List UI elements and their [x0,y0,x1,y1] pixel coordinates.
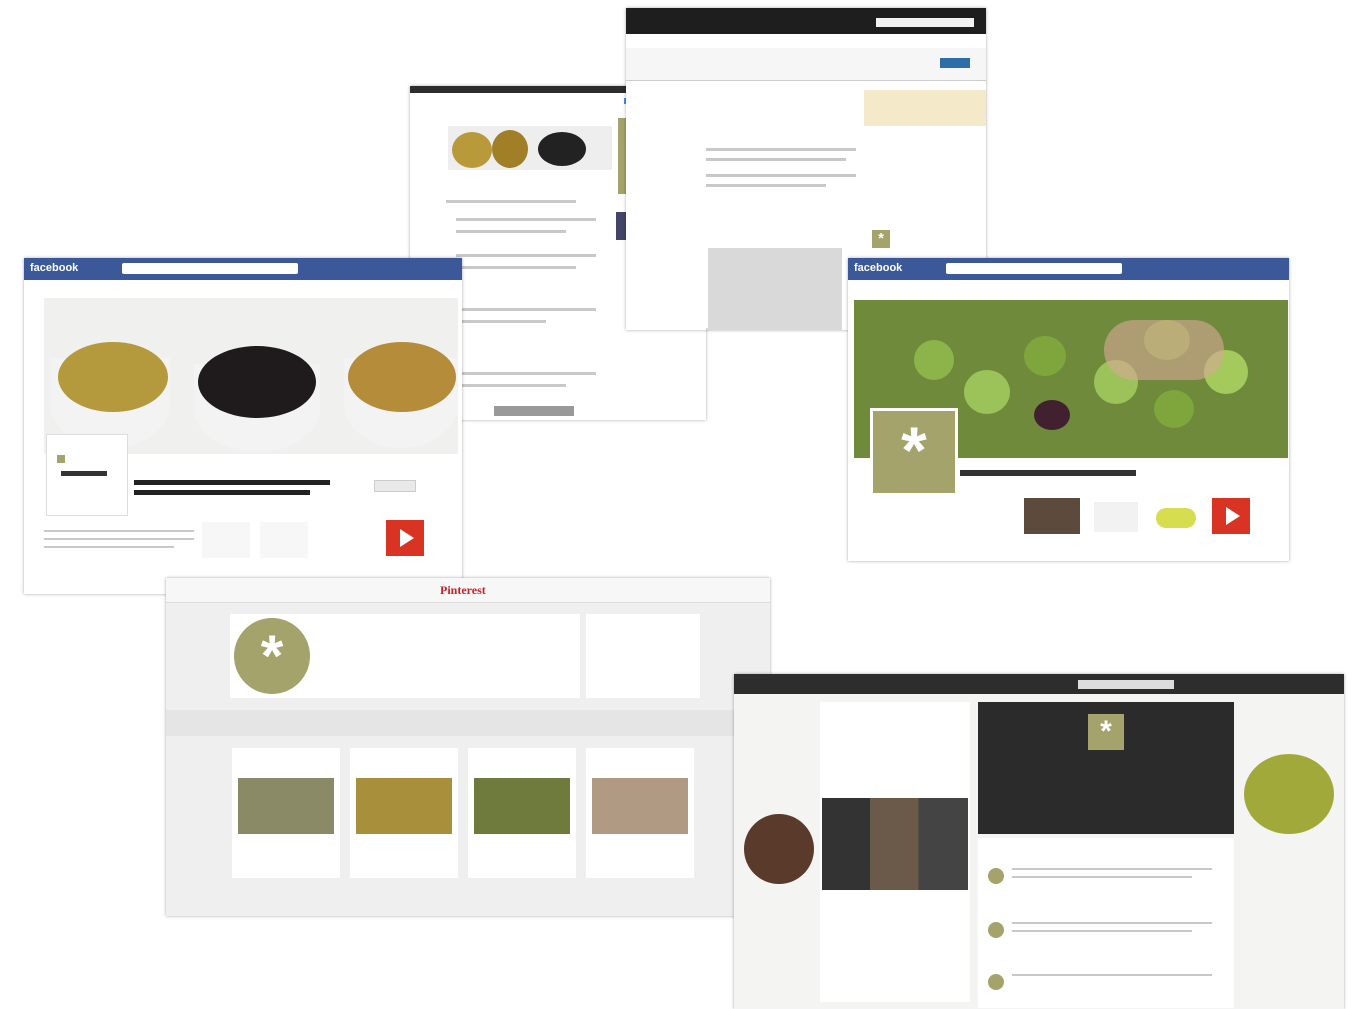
profile-logo: * [1088,714,1124,750]
pinterest-header: Pinterest [166,578,770,603]
olive-image [538,132,586,166]
profile-logo: * [234,618,310,694]
search-input[interactable] [1078,680,1174,689]
pinterest-logo: Pinterest [440,583,486,597]
star-logo-icon: * [901,413,927,487]
twitter-top-bar [734,674,1344,694]
cover-banner [448,126,612,170]
bottom-bar [494,406,574,416]
star-logo-icon: * [260,624,284,689]
youtube-play-icon[interactable] [1212,498,1250,534]
olive-image [492,130,528,168]
board-2[interactable] [350,748,458,878]
app-box-2[interactable] [260,522,308,558]
board-tabs [166,710,770,736]
cover-photo [44,298,458,454]
profile-logo: * [872,230,890,248]
search-input[interactable] [122,263,298,274]
company-header [626,48,986,81]
screenshot-facebook-left: facebook [24,258,462,594]
board-1[interactable] [232,748,340,878]
screenshot-twitter: * [734,674,1344,1009]
board-4[interactable] [586,748,694,878]
star-logo-icon: * [1100,715,1112,748]
photo-grid[interactable] [822,798,968,890]
company-description [706,144,856,224]
screenshot-pinterest: Pinterest * [166,578,770,916]
page-title [960,470,1136,476]
facebook-logo: facebook [30,262,79,274]
post-list [446,196,606,410]
youtube-play-icon[interactable] [386,520,424,556]
profile-logo: * [870,408,958,496]
follow-button[interactable] [940,58,970,68]
search-input[interactable] [946,263,1122,274]
grey-area [708,248,842,330]
likes-box[interactable] [1094,502,1138,532]
media-thumb[interactable] [1024,498,1080,534]
followers-card [586,614,700,698]
facebook-logo: facebook [854,262,903,274]
facebook-top-bar: facebook [848,258,1289,280]
app-arrow[interactable] [1156,508,1196,528]
search-input[interactable] [876,18,974,27]
notice-box [864,90,986,126]
screenshot-facebook-right: facebook * [848,258,1289,561]
about-text [44,524,194,554]
profile-picture [46,434,128,516]
olive-image [452,132,492,168]
profile-header: * [978,702,1234,834]
like-button[interactable] [374,480,416,492]
page-title [134,480,334,498]
app-box-1[interactable] [202,522,250,558]
facebook-top-bar: facebook [24,258,462,280]
star-logo-icon: * [878,230,884,247]
tweet-list [978,838,1234,1008]
board-3[interactable] [468,748,576,878]
